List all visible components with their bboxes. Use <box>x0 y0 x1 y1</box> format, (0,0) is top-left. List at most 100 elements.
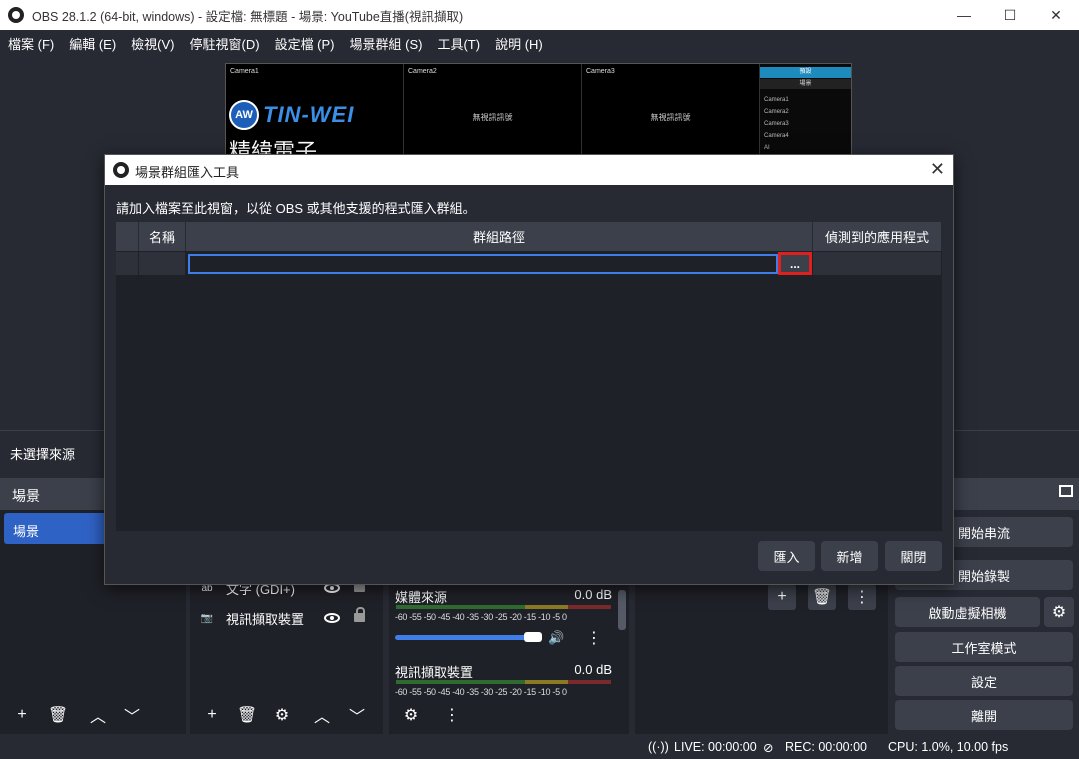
window-controls: — ☐ ✕ <box>941 0 1079 30</box>
dialog-title: 場景群組匯入工具 <box>135 165 240 180</box>
table-header-app: 偵測到的應用程式 <box>813 222 942 251</box>
start-virtual-camera-button[interactable]: 啟動虛擬相機 <box>895 597 1040 627</box>
table-header-name: 名稱 <box>139 222 186 251</box>
no-source-selected-label: 未選擇來源 <box>10 447 76 462</box>
table-cell-check[interactable] <box>116 252 139 275</box>
remove-transition-icon[interactable]: 🗑 <box>808 584 836 610</box>
camera-side-menu: 預設 場景 Camera1 Camera2 Camera3 Camera4 AI <box>760 64 851 162</box>
virtual-camera-settings-gear-icon[interactable]: ⚙ <box>1044 597 1074 627</box>
add-scene-icon[interactable]: + <box>8 702 36 728</box>
camera-1-label: Camera1 <box>230 68 259 75</box>
camera-3-label: Camera3 <box>586 68 615 75</box>
cpu-fps-readout: CPU: 1.0%, 10.00 fps <box>888 740 1009 754</box>
source-toolbar-right <box>954 430 1079 472</box>
table-cell-name[interactable] <box>139 252 186 275</box>
scene-collection-importer-dialog: 場景群組匯入工具 ✕ 請加入檔案至此視窗，以從 OBS 或其他支援的程式匯入群組… <box>104 154 954 585</box>
advanced-audio-gear-icon[interactable]: ⚙ <box>397 702 425 728</box>
scene-item-selected[interactable]: 場景 <box>4 513 104 544</box>
record-disabled-icon: ⊘ <box>763 741 774 755</box>
menu-docks[interactable]: 停駐視窗(D) <box>184 34 266 53</box>
move-scene-down-icon[interactable]: ﹀ <box>118 702 146 728</box>
mixer-scrollbar[interactable] <box>618 590 626 630</box>
status-bar: ((·)) LIVE: 00:00:00 ⊘ REC: 00:00:00 CPU… <box>0 736 1079 759</box>
undock-icon[interactable] <box>1059 485 1073 497</box>
studio-mode-button[interactable]: 工作室模式 <box>895 632 1073 662</box>
camera-1-view: Camera1 AW TIN-WEI 精緯電子 <box>226 64 404 164</box>
tinwei-logo: AW TIN-WEI 精緯電子 <box>229 98 379 164</box>
maximize-button[interactable]: ☐ <box>987 0 1033 30</box>
scenes-dock-title: 場景 <box>12 488 40 504</box>
visibility-eye-icon[interactable] <box>324 613 340 623</box>
side-list-item: Camera2 <box>764 109 789 115</box>
mixer-channel-db: 0.0 dB <box>574 662 612 677</box>
live-timer: LIVE: 00:00:00 <box>674 740 757 754</box>
camera-3-view: Camera3 無視訊訊號 <box>582 64 760 162</box>
volume-slider-track[interactable] <box>395 635 535 640</box>
menu-edit[interactable]: 編輯 (E) <box>63 34 122 53</box>
lock-icon[interactable] <box>354 607 365 622</box>
side-camera-list: Camera1 Camera2 Camera3 Camera4 AI <box>764 97 789 157</box>
live-signal-icon: ((·)) <box>648 740 669 754</box>
source-item-video-capture[interactable]: 📷 視訊擷取裝置 <box>200 607 380 629</box>
volume-slider-handle[interactable] <box>524 632 542 642</box>
mixer-channel-name: 媒體來源 <box>395 590 448 605</box>
source-properties-gear-icon[interactable]: ⚙ <box>268 702 296 728</box>
dialog-description: 請加入檔案至此視窗，以從 OBS 或其他支援的程式匯入群組。 <box>116 201 476 216</box>
side-list-item: Camera4 <box>764 133 789 139</box>
table-header-path: 群組路徑 <box>186 222 813 251</box>
menu-scene-collection[interactable]: 場景群組 (S) <box>344 34 429 53</box>
add-button[interactable]: 新增 <box>821 541 878 571</box>
audio-meter <box>396 605 611 609</box>
move-source-down-icon[interactable]: ﹀ <box>343 702 371 728</box>
source-label: 視訊擷取裝置 <box>226 611 305 627</box>
close-window-button[interactable]: ✕ <box>1033 0 1079 30</box>
obs-app-icon <box>8 7 24 23</box>
minimize-button[interactable]: — <box>941 0 987 30</box>
mixer-menu-icon[interactable]: ⋮ <box>438 702 466 728</box>
remove-source-icon[interactable]: 🗑 <box>233 702 261 728</box>
menu-bar: 檔案 (F) 編輯 (E) 檢視(V) 停駐視窗(D) 設定檔 (P) 場景群組… <box>0 30 1079 56</box>
dialog-titlebar: 場景群組匯入工具 ✕ <box>105 155 953 185</box>
mixer-channel-menu-icon[interactable]: ⋮ <box>580 625 608 651</box>
browse-button[interactable]: ... <box>778 252 812 275</box>
no-signal-text: 無視訊訊號 <box>650 113 691 122</box>
transition-properties-icon[interactable]: ⋮ <box>848 584 876 610</box>
dialog-close-icon[interactable]: ✕ <box>930 159 945 180</box>
import-table: 名稱 群組路徑 偵測到的應用程式 ... <box>116 222 942 531</box>
no-signal-text: 無視訊訊號 <box>472 113 513 122</box>
meter-scale: -60 -55 -50 -45 -40 -35 -30 -25 -20 -15 … <box>395 612 567 622</box>
obs-app-icon <box>113 162 129 178</box>
window-titlebar: OBS 28.1.2 (64-bit, windows) - 設定檔: 無標題 … <box>0 0 1079 30</box>
speaker-icon[interactable]: 🔊 <box>548 630 564 646</box>
move-scene-up-icon[interactable]: ︿ <box>84 702 112 728</box>
meter-scale: -60 -55 -50 -45 -40 -35 -30 -25 -20 -15 … <box>395 687 567 697</box>
logo-brand: TIN-WEI <box>263 102 355 127</box>
menu-view[interactable]: 檢視(V) <box>125 34 180 53</box>
preview-canvas[interactable]: Camera1 AW TIN-WEI 精緯電子 Camera2 無視訊訊號 Ca… <box>225 63 852 164</box>
camera-2-label: Camera2 <box>408 68 437 75</box>
audio-meter <box>396 680 611 684</box>
close-button[interactable]: 關閉 <box>885 541 942 571</box>
table-cell-app <box>813 252 942 275</box>
menu-file[interactable]: 檔案 (F) <box>2 34 60 53</box>
add-transition-button[interactable]: + <box>768 584 796 610</box>
add-source-icon[interactable]: + <box>198 702 226 728</box>
settings-button[interactable]: 設定 <box>895 666 1073 696</box>
move-source-up-icon[interactable]: ︿ <box>308 702 336 728</box>
menu-profile[interactable]: 設定檔 (P) <box>269 34 341 53</box>
import-button[interactable]: 匯入 <box>758 541 815 571</box>
table-header-check <box>116 222 139 251</box>
exit-button[interactable]: 離開 <box>895 700 1073 730</box>
side-tab-preset: 預設 <box>760 67 851 78</box>
mixer-channel-name: 視訊擷取裝置 <box>395 665 474 680</box>
menu-tools[interactable]: 工具(T) <box>431 34 486 53</box>
side-tab-scene: 場景 <box>760 79 851 89</box>
camera-2-view: Camera2 無視訊訊號 <box>404 64 582 162</box>
group-path-input[interactable] <box>188 254 778 274</box>
mixer-channel-db: 0.0 dB <box>574 587 612 602</box>
camera-source-icon: 📷 <box>200 612 214 624</box>
menu-help[interactable]: 說明 (H) <box>489 34 549 53</box>
remove-scene-icon[interactable]: 🗑 <box>44 702 72 728</box>
window-title: OBS 28.1.2 (64-bit, windows) - 設定檔: 無標題 … <box>32 9 464 24</box>
logo-badge: AW <box>229 100 259 130</box>
